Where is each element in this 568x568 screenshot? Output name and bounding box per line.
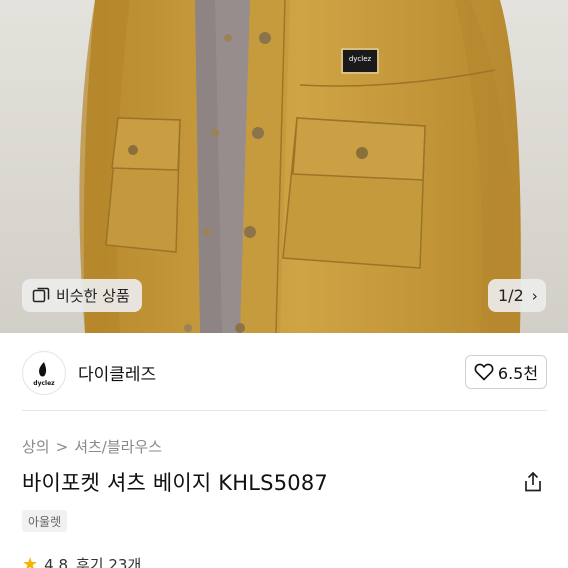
shop-row[interactable]: dyclez 다이클레즈 6.5천 xyxy=(0,334,568,410)
chevron-right-icon: › xyxy=(531,286,538,305)
rating-row[interactable]: ★ 4.8 후기 23개 xyxy=(22,554,141,568)
similar-products-label: 비슷한 상품 xyxy=(56,287,130,305)
breadcrumb-subcategory[interactable]: 셔츠/블라우스 xyxy=(74,436,162,457)
divider xyxy=(22,410,547,411)
image-counter: 1/2 xyxy=(498,286,524,305)
review-count[interactable]: 후기 23개 xyxy=(76,554,141,568)
share-icon[interactable] xyxy=(522,471,544,493)
shop-name[interactable]: 다이클레즈 xyxy=(78,360,156,385)
brand-logo-icon: dyclez xyxy=(33,362,55,387)
outlet-badge: 아울렛 xyxy=(22,510,68,532)
svg-text:dyclez: dyclez xyxy=(33,380,55,387)
breadcrumb-separator: > xyxy=(55,437,69,456)
shop-logo[interactable]: dyclez xyxy=(22,351,66,395)
product-title: 바이포켓 셔츠 베이지 KHLS5087 xyxy=(22,471,328,495)
heart-icon xyxy=(474,363,494,381)
like-button[interactable]: 6.5천 xyxy=(465,355,547,389)
breadcrumb: 상의 > 셔츠/블라우스 xyxy=(22,436,162,457)
brand-label: dyclez xyxy=(348,55,372,63)
star-icon: ★ xyxy=(22,554,39,568)
breadcrumb-category[interactable]: 상의 xyxy=(22,436,50,457)
similar-items-icon xyxy=(32,287,50,302)
image-counter-button[interactable]: 1/2 › xyxy=(488,279,546,312)
like-count: 6.5천 xyxy=(497,364,539,383)
similar-products-button[interactable]: 비슷한 상품 xyxy=(22,279,142,312)
rating-score: 4.8 xyxy=(44,555,68,568)
